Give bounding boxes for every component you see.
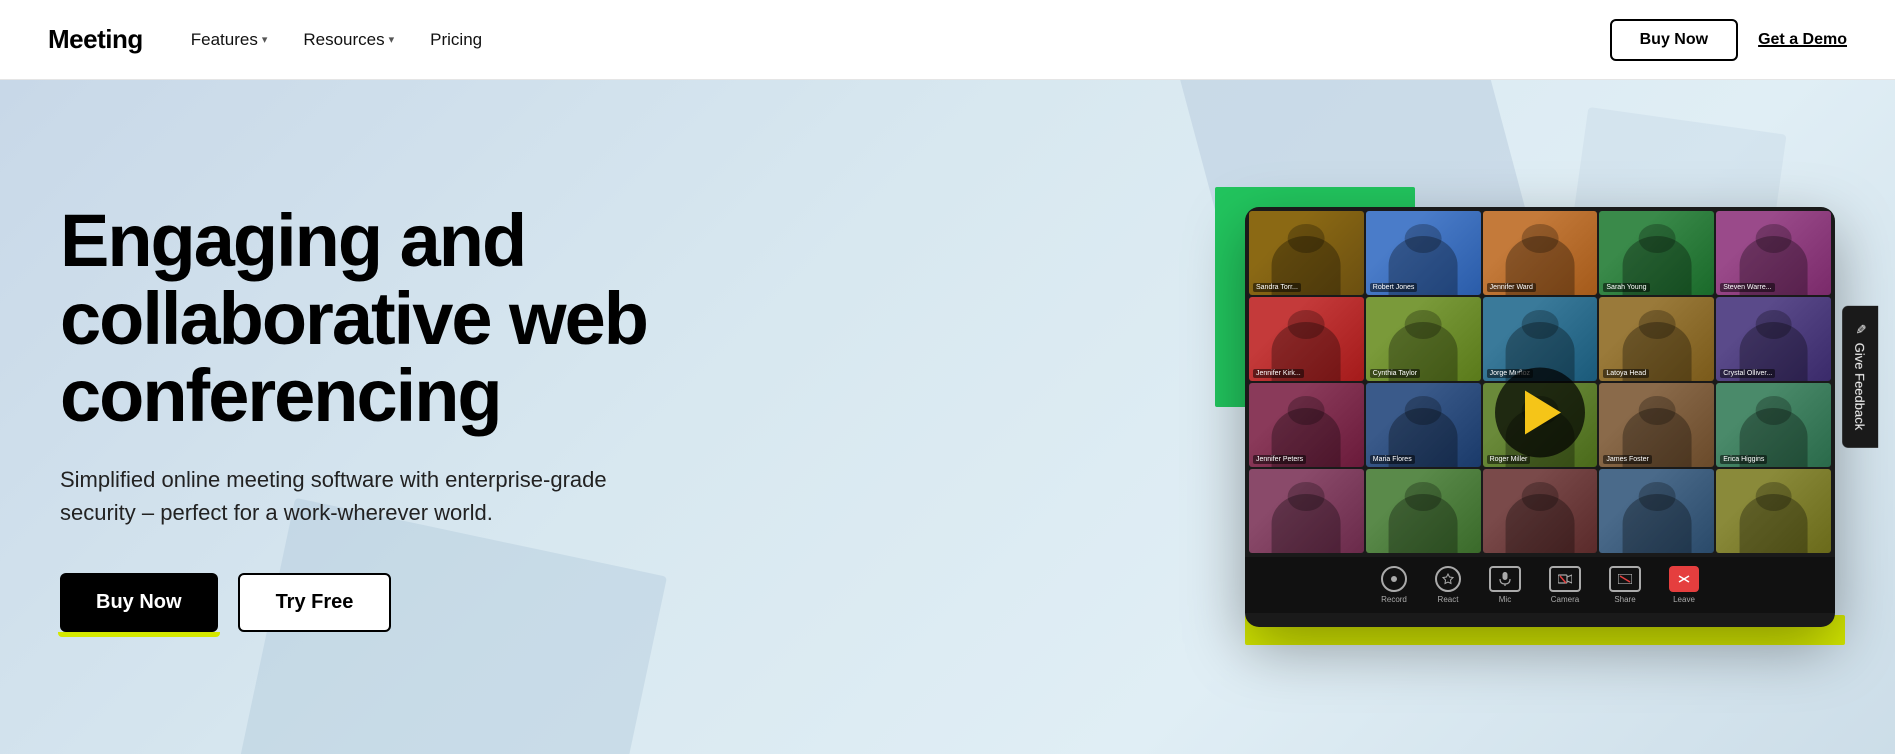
video-cell: Steven Warre... xyxy=(1716,211,1831,295)
device-frame: Sandra Torr... Robert Jones Jennifer Ward S… xyxy=(1245,207,1835,627)
participant-name: James Foster xyxy=(1603,455,1651,464)
record-button[interactable]: Record xyxy=(1381,566,1407,604)
hero-subtext: Simplified online meeting software with … xyxy=(60,463,650,529)
video-cell: Sandra Torr... xyxy=(1249,211,1364,295)
buy-now-hero-button[interactable]: Buy Now xyxy=(60,573,218,632)
record-label: Record xyxy=(1381,595,1407,604)
chevron-down-icon: ▾ xyxy=(389,33,395,46)
participant-name: Robert Jones xyxy=(1370,283,1418,292)
participant-name: Cynthia Taylor xyxy=(1370,369,1420,378)
feedback-tab[interactable]: ✎ Give Feedback xyxy=(1842,306,1878,448)
participant-name: Roger Miller xyxy=(1487,455,1531,464)
video-cell xyxy=(1716,469,1831,553)
video-cell: Jennifer Peters xyxy=(1249,383,1364,467)
record-icon xyxy=(1381,566,1407,592)
video-cell xyxy=(1483,469,1598,553)
play-triangle-icon xyxy=(1525,391,1561,435)
video-cell: Cynthia Taylor xyxy=(1366,297,1481,381)
video-cell: Maria Flores xyxy=(1366,383,1481,467)
mic-button[interactable]: Mic xyxy=(1489,566,1521,604)
play-button[interactable] xyxy=(1495,368,1585,458)
leave-icon xyxy=(1669,566,1699,592)
feedback-label: Give Feedback xyxy=(1852,343,1867,430)
video-cell: Jennifer Ward xyxy=(1483,211,1598,295)
camera-icon xyxy=(1549,566,1581,592)
video-cell: Jennifer Kirk... xyxy=(1249,297,1364,381)
video-cell xyxy=(1366,469,1481,553)
nav-links: Features ▾ Resources ▾ Pricing xyxy=(191,30,1610,50)
nav-pricing[interactable]: Pricing xyxy=(430,30,482,50)
react-label: React xyxy=(1438,595,1459,604)
video-cell: Robert Jones xyxy=(1366,211,1481,295)
share-icon xyxy=(1609,566,1641,592)
participant-name: Maria Flores xyxy=(1370,455,1415,464)
nav-actions: Buy Now Get a Demo xyxy=(1610,19,1847,61)
video-cell: Latoya Head xyxy=(1599,297,1714,381)
hero-content: Engaging and collaborative web conferenc… xyxy=(60,202,760,632)
mic-label: Mic xyxy=(1499,595,1511,604)
chevron-down-icon: ▾ xyxy=(262,33,268,46)
camera-button[interactable]: Camera xyxy=(1549,566,1581,604)
participant-name: Sarah Young xyxy=(1603,283,1649,292)
share-button[interactable]: Share xyxy=(1609,566,1641,604)
participant-name: Steven Warre... xyxy=(1720,283,1774,292)
video-cell xyxy=(1249,469,1364,553)
hero-visual: Sandra Torr... Robert Jones Jennifer Ward S… xyxy=(1245,207,1835,627)
mic-icon xyxy=(1489,566,1521,592)
hero-section: Engaging and collaborative web conferenc… xyxy=(0,80,1895,754)
participant-name: Latoya Head xyxy=(1603,369,1649,378)
navbar: Meeting Features ▾ Resources ▾ Pricing B… xyxy=(0,0,1895,80)
camera-label: Camera xyxy=(1551,595,1579,604)
feedback-icon: ✎ xyxy=(1852,324,1868,335)
participant-name: Erica Higgins xyxy=(1720,455,1767,464)
device-toolbar: Record React Mic xyxy=(1245,557,1835,613)
participant-name: Jennifer Kirk... xyxy=(1253,369,1304,378)
participant-name: Crystal Olliver... xyxy=(1720,369,1775,378)
participant-name: Jennifer Peters xyxy=(1253,455,1306,464)
video-cell: Sarah Young xyxy=(1599,211,1714,295)
participant-name: Jennifer Ward xyxy=(1487,283,1536,292)
buy-now-nav-button[interactable]: Buy Now xyxy=(1610,19,1738,61)
leave-label: Leave xyxy=(1673,595,1695,604)
hero-headline: Engaging and collaborative web conferenc… xyxy=(60,202,760,435)
nav-features[interactable]: Features ▾ xyxy=(191,30,268,50)
video-cell: Erica Higgins xyxy=(1716,383,1831,467)
share-label: Share xyxy=(1614,595,1635,604)
react-icon xyxy=(1435,566,1461,592)
react-button[interactable]: React xyxy=(1435,566,1461,604)
hero-buttons: Buy Now Try Free xyxy=(60,573,760,632)
logo[interactable]: Meeting xyxy=(48,24,143,55)
video-cell: Crystal Olliver... xyxy=(1716,297,1831,381)
get-demo-button[interactable]: Get a Demo xyxy=(1758,31,1847,49)
participant-name: Sandra Torr... xyxy=(1253,283,1301,292)
leave-button[interactable]: Leave xyxy=(1669,566,1699,604)
video-cell: James Foster xyxy=(1599,383,1714,467)
try-free-button[interactable]: Try Free xyxy=(238,573,392,632)
nav-resources[interactable]: Resources ▾ xyxy=(303,30,394,50)
video-cell xyxy=(1599,469,1714,553)
